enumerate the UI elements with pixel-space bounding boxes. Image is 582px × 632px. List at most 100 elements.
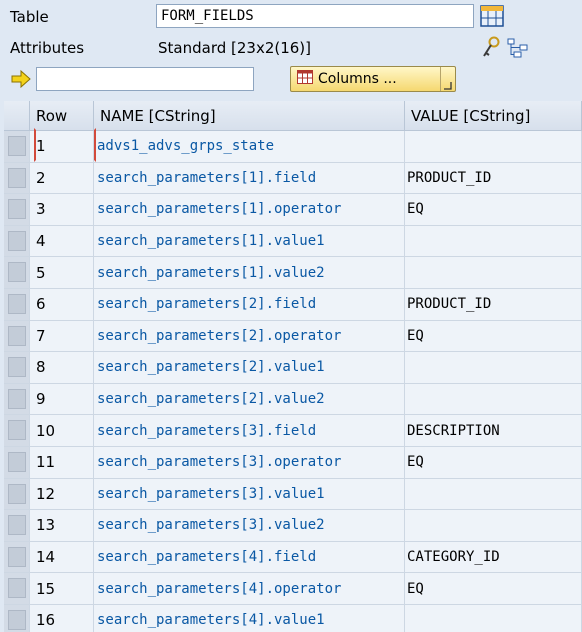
row-number-cell: 2 (30, 162, 94, 195)
structure-tree-icon[interactable] (506, 36, 530, 60)
name-cell[interactable]: search_parameters[2].value2 (94, 383, 405, 416)
columns-dropdown-toggle[interactable] (440, 67, 455, 91)
columns-button-label: Columns ... (318, 71, 397, 87)
columns-button[interactable]: Columns ... (290, 66, 456, 92)
name-cell[interactable]: search_parameters[1].value1 (94, 225, 405, 258)
table-row[interactable]: 8 search_parameters[2].value1 (4, 352, 582, 384)
column-header-row[interactable]: Row (30, 101, 94, 131)
row-number-cell: 5 (30, 257, 94, 289)
value-cell[interactable] (405, 510, 582, 542)
name-cell[interactable]: search_parameters[4].value1 (94, 605, 405, 632)
row-selector[interactable] (4, 478, 30, 511)
row-selector[interactable] (4, 352, 30, 384)
row-selector[interactable] (4, 289, 30, 321)
name-cell[interactable]: search_parameters[2].operator (94, 320, 405, 353)
row-number-cell: 10 (30, 415, 94, 447)
table-row[interactable]: 15 search_parameters[4].operator EQ (4, 573, 582, 605)
yellow-arrow-icon[interactable] (10, 69, 32, 89)
value-cell[interactable]: EQ (405, 573, 582, 605)
row-number-cell: 9 (30, 383, 94, 416)
row-selector[interactable] (4, 383, 30, 416)
table-row[interactable]: 9 search_parameters[2].value2 (4, 383, 582, 416)
name-cell[interactable]: search_parameters[1].value2 (94, 257, 405, 289)
row-number-cell: 6 (30, 289, 94, 321)
table-row[interactable]: 5 search_parameters[1].value2 (4, 257, 582, 289)
data-table: Row NAME [CString] VALUE [CString] 1 advs… (4, 101, 582, 632)
row-selector[interactable] (4, 320, 30, 353)
row-number-cell: 4 (30, 225, 94, 258)
value-cell[interactable]: EQ (405, 447, 582, 479)
row-selector[interactable] (4, 541, 30, 574)
row-selector[interactable] (4, 605, 30, 632)
name-cell[interactable]: advs1_advs_grps_state (94, 131, 405, 163)
table-row[interactable]: 6 search_parameters[2].field PRODUCT_ID (4, 289, 582, 321)
row-number-cell: 15 (30, 573, 94, 605)
columns-grid-icon (297, 70, 313, 88)
row-number-cell: 12 (30, 478, 94, 511)
value-cell[interactable] (405, 131, 582, 163)
row-selector[interactable] (4, 510, 30, 542)
name-cell[interactable]: search_parameters[3].operator (94, 447, 405, 479)
value-cell[interactable]: DESCRIPTION (405, 415, 582, 447)
row-selector[interactable] (4, 194, 30, 226)
name-cell[interactable]: search_parameters[3].value2 (94, 510, 405, 542)
row-selector[interactable] (4, 573, 30, 605)
value-cell[interactable]: PRODUCT_ID (405, 289, 582, 321)
row-selector[interactable] (4, 415, 30, 447)
table-row[interactable]: 7 search_parameters[2].operator EQ (4, 320, 582, 353)
table-row[interactable]: 13 search_parameters[3].value2 (4, 510, 582, 542)
column-header-name[interactable]: NAME [CString] (94, 101, 405, 131)
row-selector[interactable] (4, 225, 30, 258)
row-selector-box (8, 420, 26, 441)
value-cell[interactable]: PRODUCT_ID (405, 162, 582, 195)
table-grid-icon[interactable] (480, 5, 504, 27)
name-cell[interactable]: search_parameters[1].field (94, 162, 405, 195)
table-name-field[interactable]: FORM_FIELDS (156, 4, 474, 28)
value-cell[interactable] (405, 605, 582, 632)
attributes-label: Attributes (10, 39, 85, 57)
row-selector-box (8, 546, 26, 567)
row-selector-box (8, 610, 26, 630)
table-label: Table (10, 8, 49, 26)
row-number-cell: 16 (30, 605, 94, 632)
row-selector-box (8, 167, 26, 188)
table-row[interactable]: 14 search_parameters[4].field CATEGORY_ID (4, 541, 582, 574)
value-cell[interactable] (405, 352, 582, 384)
row-selector[interactable] (4, 162, 30, 195)
row-selector-box (8, 325, 26, 346)
value-cell[interactable] (405, 225, 582, 258)
value-cell[interactable] (405, 383, 582, 416)
row-selector-box (8, 357, 26, 378)
row-selector-box (8, 483, 26, 504)
table-row[interactable]: 3 search_parameters[1].operator EQ (4, 194, 582, 226)
name-cell[interactable]: search_parameters[1].operator (94, 194, 405, 226)
column-header-value[interactable]: VALUE [CString] (405, 101, 582, 131)
select-all-header[interactable] (4, 101, 30, 131)
command-input[interactable] (36, 67, 254, 91)
row-selector[interactable] (4, 131, 30, 163)
row-selector-box (8, 199, 26, 220)
name-cell[interactable]: search_parameters[2].value1 (94, 352, 405, 384)
value-cell[interactable] (405, 257, 582, 289)
row-number-cell: 13 (30, 510, 94, 542)
table-row[interactable]: 4 search_parameters[1].value1 (4, 225, 582, 258)
row-number-cell: 7 (30, 320, 94, 353)
table-row[interactable]: 11 search_parameters[3].operator EQ (4, 447, 582, 479)
value-cell[interactable]: EQ (405, 194, 582, 226)
row-selector[interactable] (4, 447, 30, 479)
value-cell[interactable]: EQ (405, 320, 582, 353)
value-cell[interactable] (405, 478, 582, 511)
name-cell[interactable]: search_parameters[2].field (94, 289, 405, 321)
name-cell[interactable]: search_parameters[4].field (94, 541, 405, 574)
table-row[interactable]: 16 search_parameters[4].value1 (4, 605, 582, 632)
dropdown-corner-icon (444, 82, 452, 90)
name-cell[interactable]: search_parameters[4].operator (94, 573, 405, 605)
table-row[interactable]: 12 search_parameters[3].value1 (4, 478, 582, 511)
name-cell[interactable]: search_parameters[3].value1 (94, 478, 405, 511)
row-selector[interactable] (4, 257, 30, 289)
key-icon[interactable] (480, 36, 502, 60)
value-cell[interactable]: CATEGORY_ID (405, 541, 582, 574)
table-row[interactable]: 2 search_parameters[1].field PRODUCT_ID (4, 162, 582, 195)
table-row[interactable]: 10 search_parameters[3].field DESCRIPTION (4, 415, 582, 447)
name-cell[interactable]: search_parameters[3].field (94, 415, 405, 447)
